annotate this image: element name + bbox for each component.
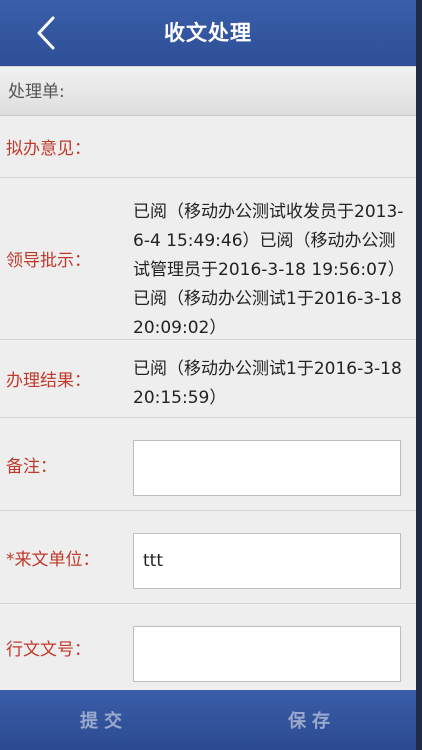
leader-value: 已阅（移动办公测试收发员于2013-6-4 15:49:46）已阅（移动办公测试…	[133, 202, 405, 338]
row-result: 办理结果： 已阅（移动办公测试1于2016-3-18 20:15:59）	[0, 340, 416, 418]
remark-input[interactable]	[133, 440, 401, 496]
row-opinion: 拟办意见：	[0, 116, 416, 178]
header-bar: 收文处理	[0, 0, 416, 66]
result-value: 已阅（移动办公测试1于2016-3-18 20:15:59）	[133, 359, 402, 408]
section-header: 处理单:	[0, 66, 416, 116]
save-button[interactable]: 保存	[208, 690, 416, 750]
doc-number-input[interactable]	[133, 626, 401, 682]
row-leader-instruction: 领导批示： 已阅（移动办公测试收发员于2013-6-4 15:49:46）已阅（…	[0, 178, 416, 340]
footer-bar: 提交 保存	[0, 690, 416, 750]
submit-button[interactable]: 提交	[0, 690, 208, 750]
row-source-unit: *来文单位： ttt	[0, 511, 416, 604]
source-unit-input[interactable]: ttt	[133, 533, 401, 589]
page-title: 收文处理	[164, 21, 252, 45]
screen: 收文处理 处理单: 拟办意见： 领导批示： 已阅（移动办公测试收发员于2013-…	[0, 0, 416, 750]
leader-label: 领导批示：	[6, 251, 91, 271]
row-doc-number: 行文文号：	[0, 604, 416, 690]
opinion-label: 拟办意见：	[6, 139, 91, 159]
remark-label: 备注：	[6, 456, 57, 477]
section-label: 处理单:	[8, 82, 65, 102]
result-label: 办理结果：	[6, 371, 91, 391]
unit-label: *来文单位：	[6, 549, 100, 570]
row-remark: 备注：	[0, 418, 416, 511]
docno-label: 行文文号：	[6, 639, 91, 660]
